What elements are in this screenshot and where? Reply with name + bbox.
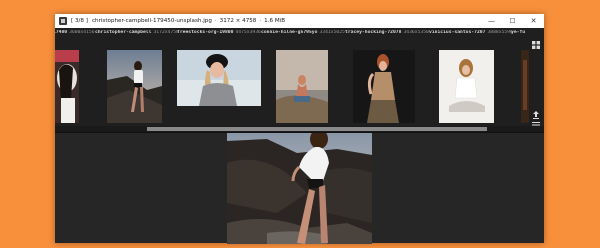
close-button[interactable]: ✕ bbox=[523, 14, 544, 28]
thumbnail-photo bbox=[55, 50, 79, 123]
thumbnail-image[interactable] bbox=[177, 50, 261, 106]
thumbnail-name: vinicius-santos-7207 bbox=[429, 30, 486, 35]
thumbnail-dims: 3172x4758 bbox=[153, 30, 179, 35]
thumbnail-photo bbox=[521, 50, 529, 123]
thumbnail-image[interactable] bbox=[439, 50, 494, 123]
title-counter: [ 3/8 ] bbox=[71, 18, 88, 24]
main-photo bbox=[227, 133, 372, 244]
title-filesize: 1.6 MiB bbox=[264, 18, 286, 24]
minimize-button[interactable]: — bbox=[481, 14, 502, 28]
thumbnail-photo bbox=[439, 50, 494, 123]
thumbnail-label: 174803600x4156 bbox=[55, 30, 95, 35]
image-viewer[interactable] bbox=[55, 132, 544, 244]
main-image[interactable] bbox=[227, 133, 372, 244]
thumbnail-labels: 174803600x4156 christopher-campbell3172x… bbox=[55, 30, 525, 38]
thumbnail-photo bbox=[177, 50, 261, 106]
title-bar[interactable]: [ 3/8 ] christopher-campbell-179450-unsp… bbox=[55, 14, 544, 28]
thumbnail-name: freestocks-org-19800 bbox=[177, 30, 234, 35]
thumbnail-image[interactable] bbox=[353, 50, 415, 123]
thumbnail-image[interactable] bbox=[521, 50, 529, 123]
thumbnail-strip: 174803600x4156 christopher-campbell3172x… bbox=[55, 28, 544, 126]
thumbnail-photo bbox=[353, 50, 415, 123]
title-filename: christopher-campbell-179450-unsplash.jpg bbox=[91, 18, 212, 24]
thumbnail-image[interactable] bbox=[107, 50, 162, 123]
thumbnail-photo bbox=[107, 50, 162, 123]
thumbnail-dims: 4475x3936 bbox=[235, 30, 261, 35]
thumbnail-name: christopher-campbell bbox=[95, 30, 152, 35]
thumbnail-name: tracey-hocking-72078 bbox=[345, 30, 402, 35]
thumbnail-name: ye-fung bbox=[511, 30, 525, 35]
thumbnail-dims: 3888x5596 bbox=[487, 30, 513, 35]
title-separator: · bbox=[259, 18, 262, 24]
grid-view-icon[interactable] bbox=[530, 40, 542, 50]
thumbnail-dims: 3436x5350 bbox=[403, 30, 429, 35]
app-icon bbox=[59, 17, 67, 25]
thumbnail-dims: 3341x5025 bbox=[319, 30, 345, 35]
side-toolbar bbox=[530, 28, 542, 126]
thumbnail-label: connie-hilne-g5795yo 3341x5025 bbox=[261, 30, 345, 35]
thumbnail-dims: 3600x4156 bbox=[69, 30, 95, 35]
thumbnail-label: tracey-hocking-72078 3436x5350 bbox=[345, 30, 429, 35]
image-viewer-window: [ 3/8 ] christopher-campbell-179450-unsp… bbox=[55, 14, 544, 244]
thumbnail-photo bbox=[276, 50, 328, 123]
scrollbar-thumb[interactable] bbox=[147, 127, 487, 131]
thumbnail-image[interactable] bbox=[55, 50, 79, 123]
window-controls: — ☐ ✕ bbox=[481, 14, 544, 28]
thumbnail-label: vinicius-santos-7207 3888x5596 bbox=[429, 30, 513, 35]
title-separator: · bbox=[214, 18, 217, 24]
thumbnail-label: ye-fung bbox=[511, 30, 525, 35]
thumbnail-name: 17480 bbox=[55, 30, 68, 35]
title-resolution: 3172 × 4758 bbox=[219, 18, 257, 24]
thumbnail-name: connie-hilne-g5795yo bbox=[261, 30, 318, 35]
upload-icon[interactable] bbox=[530, 110, 542, 120]
maximize-button[interactable]: ☐ bbox=[502, 14, 523, 28]
thumbnail-label: freestocks-org-19800 4475x3936 bbox=[177, 30, 261, 35]
thumbnail-label: christopher-campbell 3172x4758 bbox=[95, 30, 179, 35]
thumbnail-image[interactable] bbox=[276, 50, 328, 123]
